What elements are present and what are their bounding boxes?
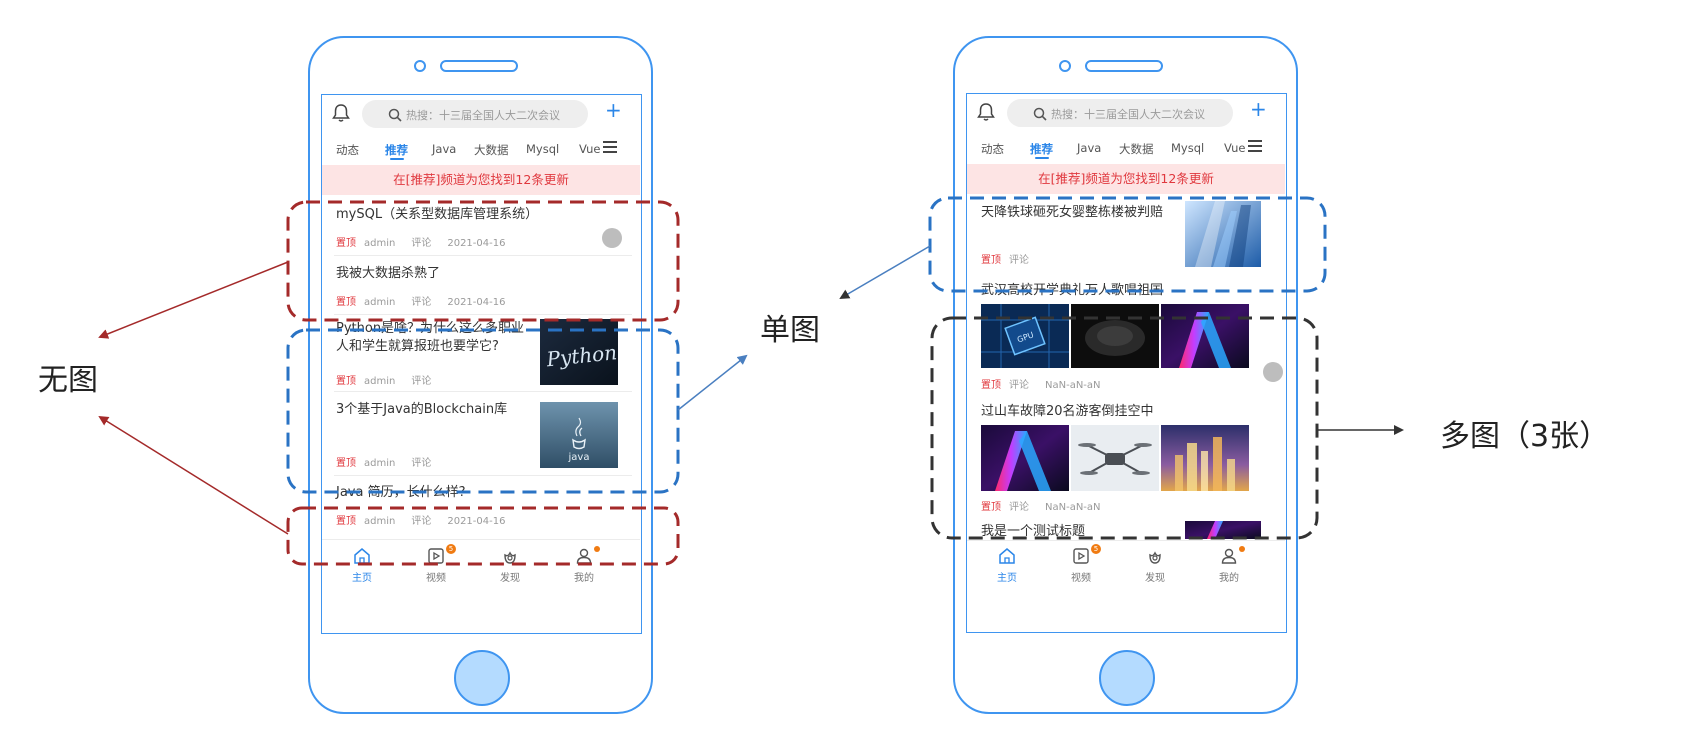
arrow-single-left [677,354,748,411]
no-image-box-top [286,200,680,322]
no-image-box-bottom [286,506,680,566]
multi-image-box [930,316,1319,540]
arrow-no-image-top [98,261,289,339]
annotation-overlay [98,196,1404,566]
label-multi-image: 多图（3张） [1440,419,1610,454]
single-image-box-left [286,328,680,494]
label-no-image: 无图 [38,363,98,398]
arrow-no-image-bottom [98,415,289,535]
arrow-single-right [839,245,931,300]
single-image-box-right [928,196,1327,293]
label-single-image: 单图 [760,313,820,348]
